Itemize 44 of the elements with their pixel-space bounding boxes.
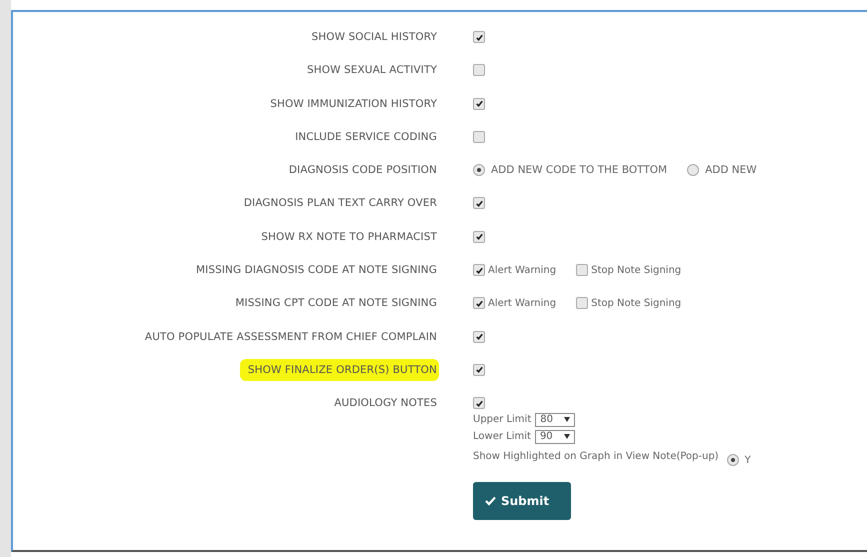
setting-label: SHOW SEXUAL ACTIVITY [306,64,437,76]
setting-label: SHOW RX NOTE TO PHARMACIST [261,230,437,243]
checkbox[interactable] [473,130,485,143]
graph-option-label: Show Highlighted on Graph in View Note(Pop-up) [473,450,719,462]
checkbox[interactable] [576,297,588,310]
setting-label: DIAGNOSIS CODE POSITION [288,164,437,176]
setting-label: SHOW SOCIAL HISTORY [311,31,437,43]
checkbox[interactable] [473,31,485,43]
checkbox[interactable] [473,330,485,343]
setting-label: MISSING DIAGNOSIS CODE AT NOTE SIGNING [196,264,437,276]
setting-label: INCLUDE SERVICE CODING [295,130,437,143]
setting-label: MISSING CPT CODE AT NOTE SIGNING [235,297,437,310]
radio-label: Y [744,454,751,466]
limit-label: Upper Limit [473,414,532,426]
limit-label: Lower Limit [473,431,531,442]
radio-button[interactable] [726,454,739,466]
radio-label: ADD NEW [705,164,757,176]
checkbox[interactable] [473,297,485,310]
limit-dropdown[interactable]: 90 [534,430,575,444]
checkbox-label: Alert Warning [488,264,556,276]
checkbox[interactable] [473,98,485,110]
checkbox[interactable] [473,230,485,243]
checkbox[interactable] [473,197,485,210]
setting-label: AUDIOLOGY NOTES [334,397,437,410]
checkbox[interactable] [473,64,485,76]
submit-button[interactable]: Submit [473,482,571,520]
checkbox-label: Stop Note Signing [591,264,682,276]
checkbox[interactable] [473,397,485,410]
checkbox-label: Alert Warning [488,298,556,309]
setting-label: DIAGNOSIS PLAN TEXT CARRY OVER [244,197,437,210]
setting-label: AUTO POPULATE ASSESSMENT FROM CHIEF COMPLAIN [144,330,437,343]
checkbox[interactable] [576,264,588,276]
caret-icon [564,434,570,440]
checkbox-label: Stop Note Signing [591,298,682,309]
radio-label: ADD NEW CODE TO THE BOTTOM [491,164,668,176]
limit-dropdown[interactable]: 80 [535,412,576,427]
checkbox[interactable] [473,264,485,276]
radio-button[interactable] [687,164,700,176]
setting-label: SHOW IMMUNIZATION HISTORY [270,98,437,110]
check-icon [485,496,496,506]
setting-label: SHOW FINALIZE ORDER(S) BUTTON [240,358,439,381]
radio-button[interactable] [473,164,485,176]
checkbox[interactable] [473,364,485,376]
caret-icon [564,417,570,422]
